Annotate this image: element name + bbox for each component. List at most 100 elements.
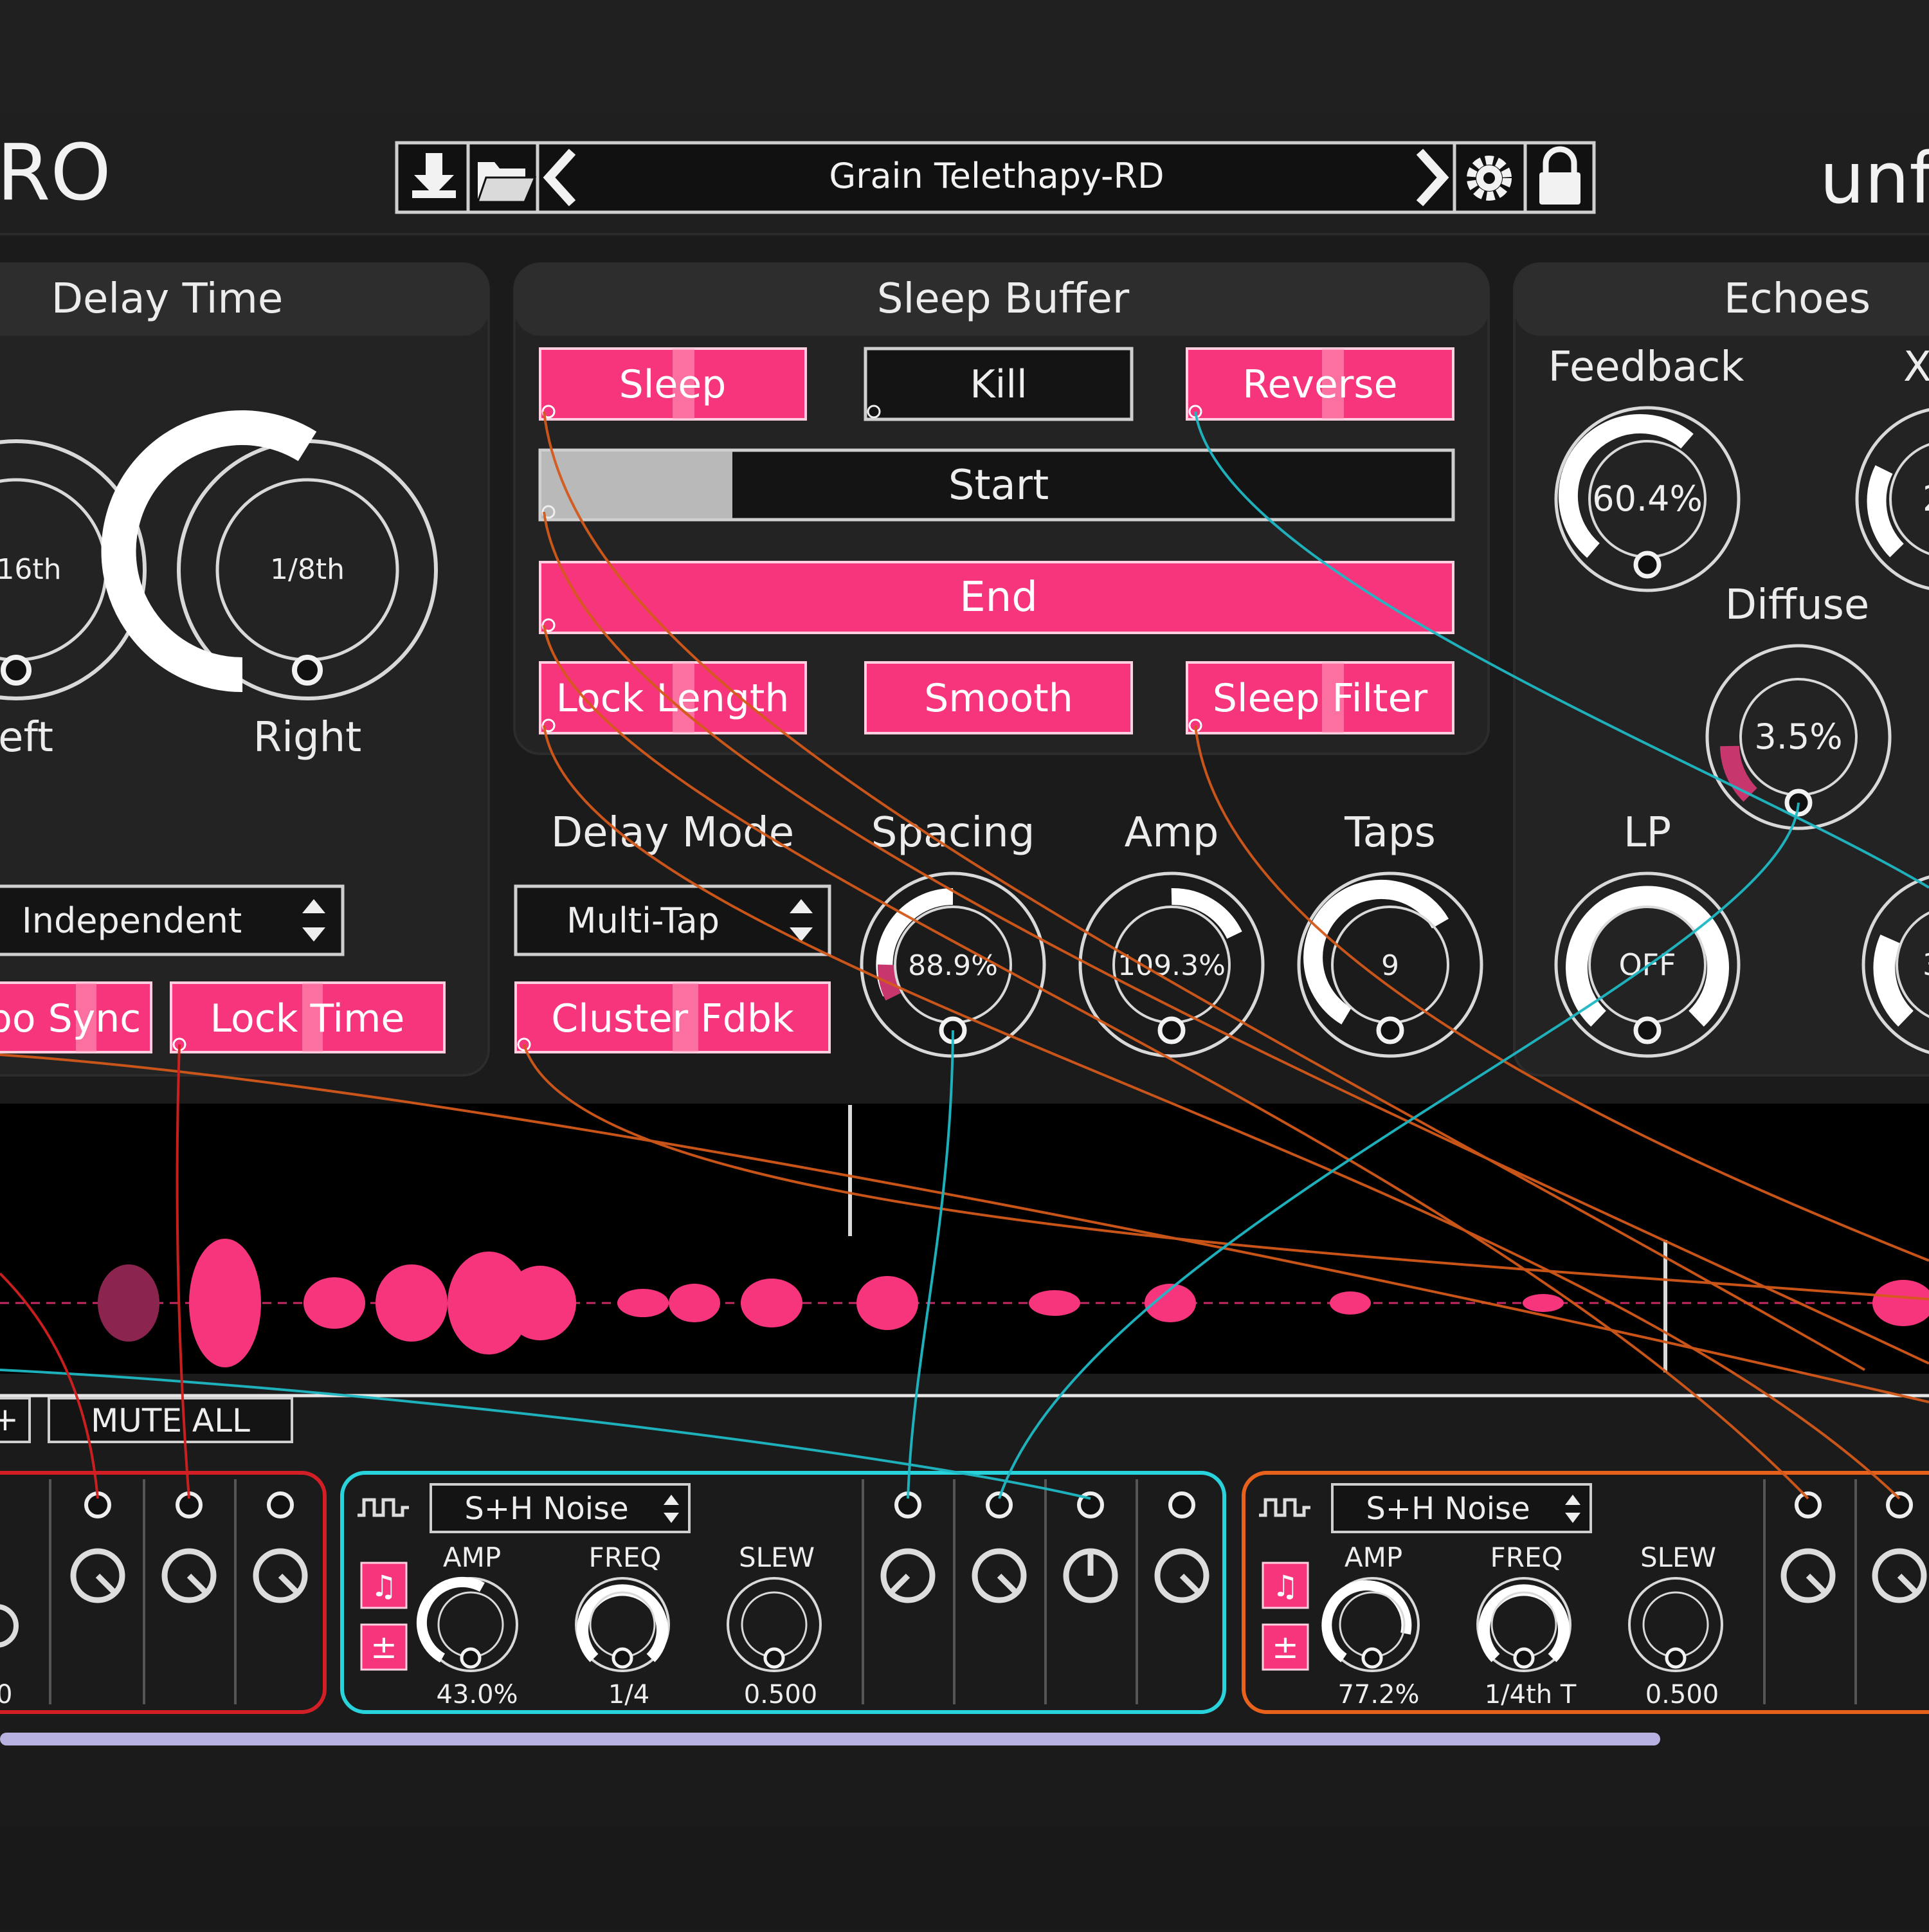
knob-xf-value: 2: [1923, 478, 1929, 519]
modulator-cyan: S+H Noise ♫ ± AMP 43.0% FREQ 1/4 SLEW 0.…: [340, 1471, 1226, 1714]
feedback-label: Feedback: [1548, 343, 1744, 391]
kill-button[interactable]: Kill: [864, 347, 1134, 421]
knob-spacing-value: 88.9%: [908, 949, 998, 982]
mod-red-output-3[interactable]: [267, 1491, 294, 1518]
mod-cyan-slew-value: 0.500: [744, 1680, 818, 1709]
waveform-segment: [1523, 1294, 1564, 1312]
delay-mode-type-value: Multi-Tap: [566, 900, 720, 941]
smooth-button-label: Smooth: [924, 676, 1073, 721]
preset-name[interactable]: Grain Telethapy-RD: [829, 156, 1164, 196]
preset-bar: Grain Telethapy-RD: [395, 141, 1596, 214]
waveform-segment: [376, 1264, 448, 1342]
gear-icon[interactable]: [1467, 156, 1512, 201]
app-title: RO: [0, 129, 111, 218]
sleep-buffer-title: Sleep Buffer: [877, 275, 1130, 323]
knob-taps-value: 9: [1381, 949, 1399, 982]
mod-cyan-wave-select[interactable]: S+H Noise: [430, 1483, 691, 1533]
top-strip: [0, 0, 1929, 113]
bottom-strip: [0, 1827, 1929, 1929]
mod-orange-amp-value: 77.2%: [1337, 1680, 1419, 1709]
mod-cyan-slew-label: SLEW: [739, 1542, 815, 1573]
modulator-scrollbar[interactable]: [0, 1733, 1660, 1745]
mod-cyan-freq-label: FREQ: [589, 1542, 662, 1573]
mod-orange-bipolar-button[interactable]: ±: [1262, 1623, 1309, 1671]
mod-orange-wave-value: S+H Noise: [1366, 1491, 1530, 1527]
diffuse-label: Diffuse: [1725, 581, 1869, 629]
sleep-button[interactable]: Sleep: [539, 347, 807, 421]
sleep-filter-button[interactable]: Sleep Filter: [1186, 661, 1454, 734]
knob-delay-left-value: 16th: [0, 553, 62, 586]
mute-all-button[interactable]: MUTE ALL: [48, 1397, 293, 1443]
xf-label: X-F: [1903, 343, 1929, 391]
mod-cyan-output-4[interactable]: [1168, 1491, 1195, 1518]
waveform-segment: [617, 1289, 669, 1317]
waveform-segment: [303, 1277, 365, 1329]
waveform-segment: [856, 1276, 918, 1330]
knob-feedback-value: 60.4%: [1592, 478, 1703, 519]
modulator-orange: S+H Noise ♫ ± AMP 77.2% FREQ 1/4th T SLE…: [1242, 1471, 1929, 1714]
header-divider: [0, 233, 1929, 235]
lock-length-label: Lock Length: [556, 676, 790, 721]
echoes-title: Echoes: [1724, 275, 1870, 323]
start-slider-label: Start: [948, 462, 1049, 509]
mod-orange-wave-select[interactable]: S+H Noise: [1331, 1483, 1592, 1533]
mod-orange-slew-label: SLEW: [1640, 1542, 1716, 1573]
mod-orange-tempo-sync-button[interactable]: ♫: [1262, 1562, 1309, 1609]
delay-mode-select[interactable]: Independent: [0, 884, 345, 956]
plus-minus-icon: ±: [1272, 1628, 1299, 1666]
kill-button-label: Kill: [970, 362, 1027, 407]
smooth-button[interactable]: Smooth: [864, 661, 1133, 734]
mod-cyan-amp-label: AMP: [443, 1542, 501, 1573]
tempo-sync-button[interactable]: po Sync: [0, 981, 152, 1053]
waveform-segment: [741, 1279, 802, 1327]
knob-delay-right-value: 1/8th: [270, 553, 345, 586]
reverse-button-label: Reverse: [1242, 362, 1397, 407]
delay-time-title: Delay Time: [51, 275, 284, 323]
save-icon[interactable]: [404, 148, 466, 207]
knob-amp-value: 109.3%: [1118, 949, 1226, 982]
sleep-button-label: Sleep: [619, 362, 727, 407]
add-modulator-label: +: [0, 1401, 19, 1438]
cluster-fdbk-button[interactable]: Cluster Fdbk: [514, 981, 831, 1053]
delay-mode-type-select[interactable]: Multi-Tap: [514, 884, 831, 956]
knob-hp-value: 3: [1923, 947, 1929, 982]
start-slider-fill: [541, 451, 732, 518]
tempo-sync-label: po Sync: [0, 996, 141, 1041]
waveform-segment: [98, 1264, 159, 1342]
waveform-segment: [189, 1239, 261, 1367]
waveform-segment: [1330, 1291, 1371, 1315]
mod-cyan-tempo-sync-button[interactable]: ♫: [360, 1562, 408, 1609]
lock-time-button[interactable]: Lock Time: [170, 981, 446, 1053]
mod-orange-slew-value: 0.500: [1645, 1680, 1719, 1709]
start-slider[interactable]: Start: [538, 448, 1455, 522]
mod-orange-amp-label: AMP: [1345, 1542, 1402, 1573]
waveform-display[interactable]: [0, 1104, 1929, 1374]
modulator-red: 0: [0, 1471, 327, 1714]
end-slider[interactable]: End: [539, 561, 1454, 634]
mod-red-value: 0: [0, 1680, 12, 1709]
sleep-filter-label: Sleep Filter: [1213, 676, 1428, 721]
add-modulator-button[interactable]: +: [0, 1397, 31, 1443]
plugin-window: RO unfi Grain Telethapy-RD: [0, 0, 1929, 1929]
amp-label: Amp: [1125, 809, 1219, 857]
mod-cyan-freq-value: 1/4: [608, 1680, 649, 1709]
lp-label: LP: [1624, 809, 1671, 857]
reverse-button[interactable]: Reverse: [1186, 347, 1454, 421]
mod-cyan-amp-value: 43.0%: [436, 1680, 518, 1709]
knob-diffuse-value: 3.5%: [1754, 716, 1842, 757]
waveform-segment: [669, 1284, 720, 1322]
mod-orange-freq-label: FREQ: [1490, 1542, 1563, 1573]
waveform-segment: [504, 1266, 576, 1340]
plus-minus-icon: ±: [370, 1628, 397, 1666]
mute-all-label: MUTE ALL: [91, 1402, 250, 1439]
mod-orange-freq-value: 1/4th T: [1485, 1680, 1577, 1709]
lock-time-label: Lock Time: [210, 996, 405, 1041]
delay-mode-select-value: Independent: [22, 900, 242, 941]
mod-cyan-wave-value: S+H Noise: [464, 1491, 628, 1527]
music-note-icon: ♫: [370, 1569, 397, 1603]
waveform-segment: [1029, 1290, 1080, 1316]
knob-delay-left-label: eft: [0, 714, 53, 761]
lock-length-button[interactable]: Lock Length: [539, 661, 807, 734]
brand-logo-text: unfi: [1820, 137, 1929, 219]
mod-cyan-bipolar-button[interactable]: ±: [360, 1623, 408, 1671]
